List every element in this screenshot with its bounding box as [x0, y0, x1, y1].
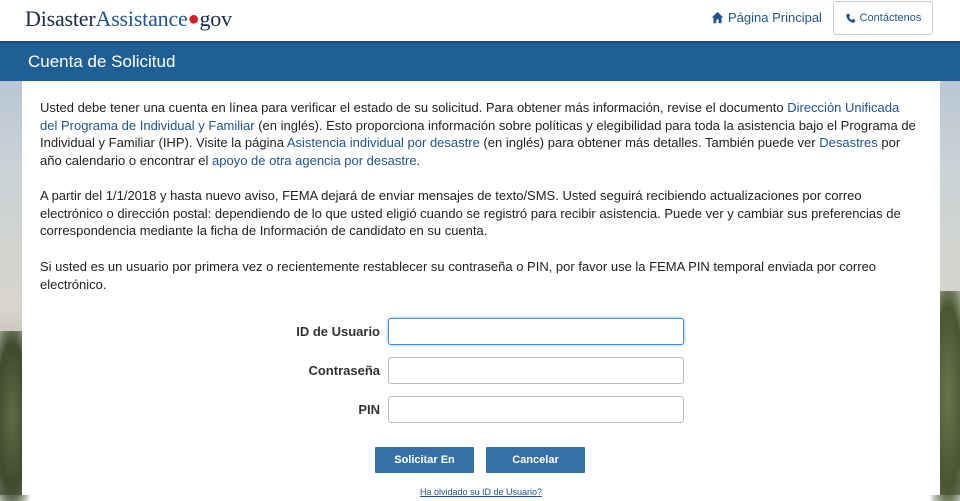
- intro-text-3: (en inglés) para obtener más detalles. T…: [479, 135, 820, 150]
- user-id-label: ID de Usuario: [296, 324, 380, 339]
- pin-label: PIN: [358, 402, 380, 417]
- home-icon: [711, 11, 724, 24]
- logo-text-disaster: Disaster: [25, 6, 96, 31]
- link-disasters[interactable]: Desastres: [819, 135, 878, 150]
- submit-button[interactable]: Solicitar En: [375, 447, 474, 473]
- phone-icon: [845, 13, 855, 23]
- password-label: Contraseña: [308, 363, 380, 378]
- content-panel: Usted debe tener una cuenta en línea par…: [22, 81, 940, 497]
- pin-input[interactable]: [388, 396, 684, 423]
- user-id-row: ID de Usuario: [22, 318, 940, 346]
- link-other-agency-support[interactable]: apoyo de otra agencia por desastre: [212, 153, 417, 168]
- site-logo[interactable]: DisasterAssistance●gov: [25, 6, 232, 32]
- password-input[interactable]: [388, 357, 684, 384]
- title-band: Cuenta de Solicitud: [0, 41, 960, 81]
- logo-dot: ●: [187, 8, 200, 30]
- logo-text-assistance: Assistance: [95, 6, 188, 31]
- sms-notice-paragraph: A partir del 1/1/2018 y hasta nuevo avis…: [40, 188, 901, 238]
- pin-notice-paragraph: Si usted es un usuario por primera vez o…: [40, 259, 877, 292]
- intro-text-1: Usted debe tener una cuenta en línea par…: [40, 100, 788, 115]
- home-link-label: Página Principal: [728, 10, 822, 25]
- contact-button-label: Contáctenos: [859, 12, 922, 24]
- password-row: Contraseña: [22, 357, 940, 385]
- forgot-user-id-link[interactable]: Ha olvidado su ID de Usuario?: [22, 487, 940, 497]
- intro-text-5: .: [416, 152, 421, 168]
- logo-text-gov: gov: [199, 6, 232, 31]
- cancel-button[interactable]: Cancelar: [486, 447, 585, 473]
- contact-button[interactable]: Contáctenos: [833, 1, 933, 35]
- pin-row: PIN: [22, 396, 940, 424]
- page-title: Cuenta de Solicitud: [28, 52, 176, 71]
- home-link[interactable]: Página Principal: [711, 10, 822, 25]
- intro-paragraph: Usted debe tener una cuenta en línea par…: [40, 99, 916, 169]
- site-header: DisasterAssistance●gov Página Principal …: [0, 0, 960, 41]
- link-individual-assistance[interactable]: Asistencia individual por desastre: [287, 135, 480, 150]
- user-id-input[interactable]: [388, 318, 684, 345]
